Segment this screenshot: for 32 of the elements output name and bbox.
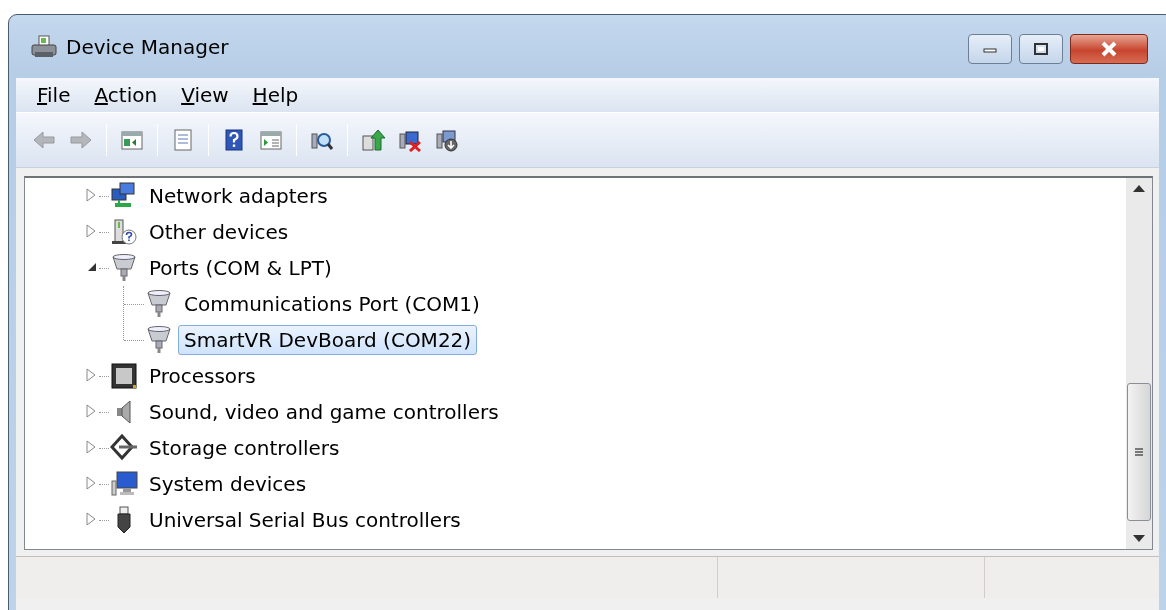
port-connector-icon xyxy=(109,253,139,283)
tree-item[interactable]: Storage controllers xyxy=(143,433,346,463)
tree-item[interactable]: Other devices xyxy=(143,217,295,247)
window-title: Device Manager xyxy=(66,33,229,61)
menu-item[interactable]: Action xyxy=(85,80,167,110)
monitor-icon xyxy=(109,469,139,499)
close-icon xyxy=(1099,41,1119,57)
menu-item[interactable]: File xyxy=(28,80,80,110)
tree-item[interactable]: System devices xyxy=(143,469,313,499)
tree-item[interactable]: Communications Port (COM1) xyxy=(178,289,486,319)
chip-icon xyxy=(109,361,139,391)
scroll-up-icon[interactable] xyxy=(1133,184,1145,192)
tree-item[interactable]: Sound, video and game controllers xyxy=(143,397,505,427)
tree-item[interactable]: Network adapters xyxy=(143,181,334,211)
diamond-arrow-icon xyxy=(109,433,139,463)
question-device-icon xyxy=(109,217,139,247)
tree-item[interactable]: SmartVR DevBoard (COM22) xyxy=(178,325,478,355)
menu-item[interactable]: View xyxy=(172,80,238,110)
tree-item[interactable]: Ports (COM & LPT) xyxy=(143,253,338,283)
menu-item[interactable]: Help xyxy=(243,80,308,110)
scroll-thumb[interactable] xyxy=(1127,383,1151,521)
port-connector-icon xyxy=(144,289,174,319)
scrollbar[interactable] xyxy=(1126,178,1152,549)
tree-item[interactable]: Processors xyxy=(143,361,262,391)
tree-item[interactable]: Universal Serial Bus controllers xyxy=(143,505,467,535)
close-button[interactable] xyxy=(1070,34,1148,64)
scroll-down-icon[interactable] xyxy=(1133,535,1145,543)
maximize-icon xyxy=(1033,42,1049,56)
minimize-button[interactable] xyxy=(968,34,1012,64)
port-connector-icon xyxy=(144,325,174,355)
printer-icon xyxy=(30,34,58,59)
maximize-button[interactable] xyxy=(1019,34,1063,64)
